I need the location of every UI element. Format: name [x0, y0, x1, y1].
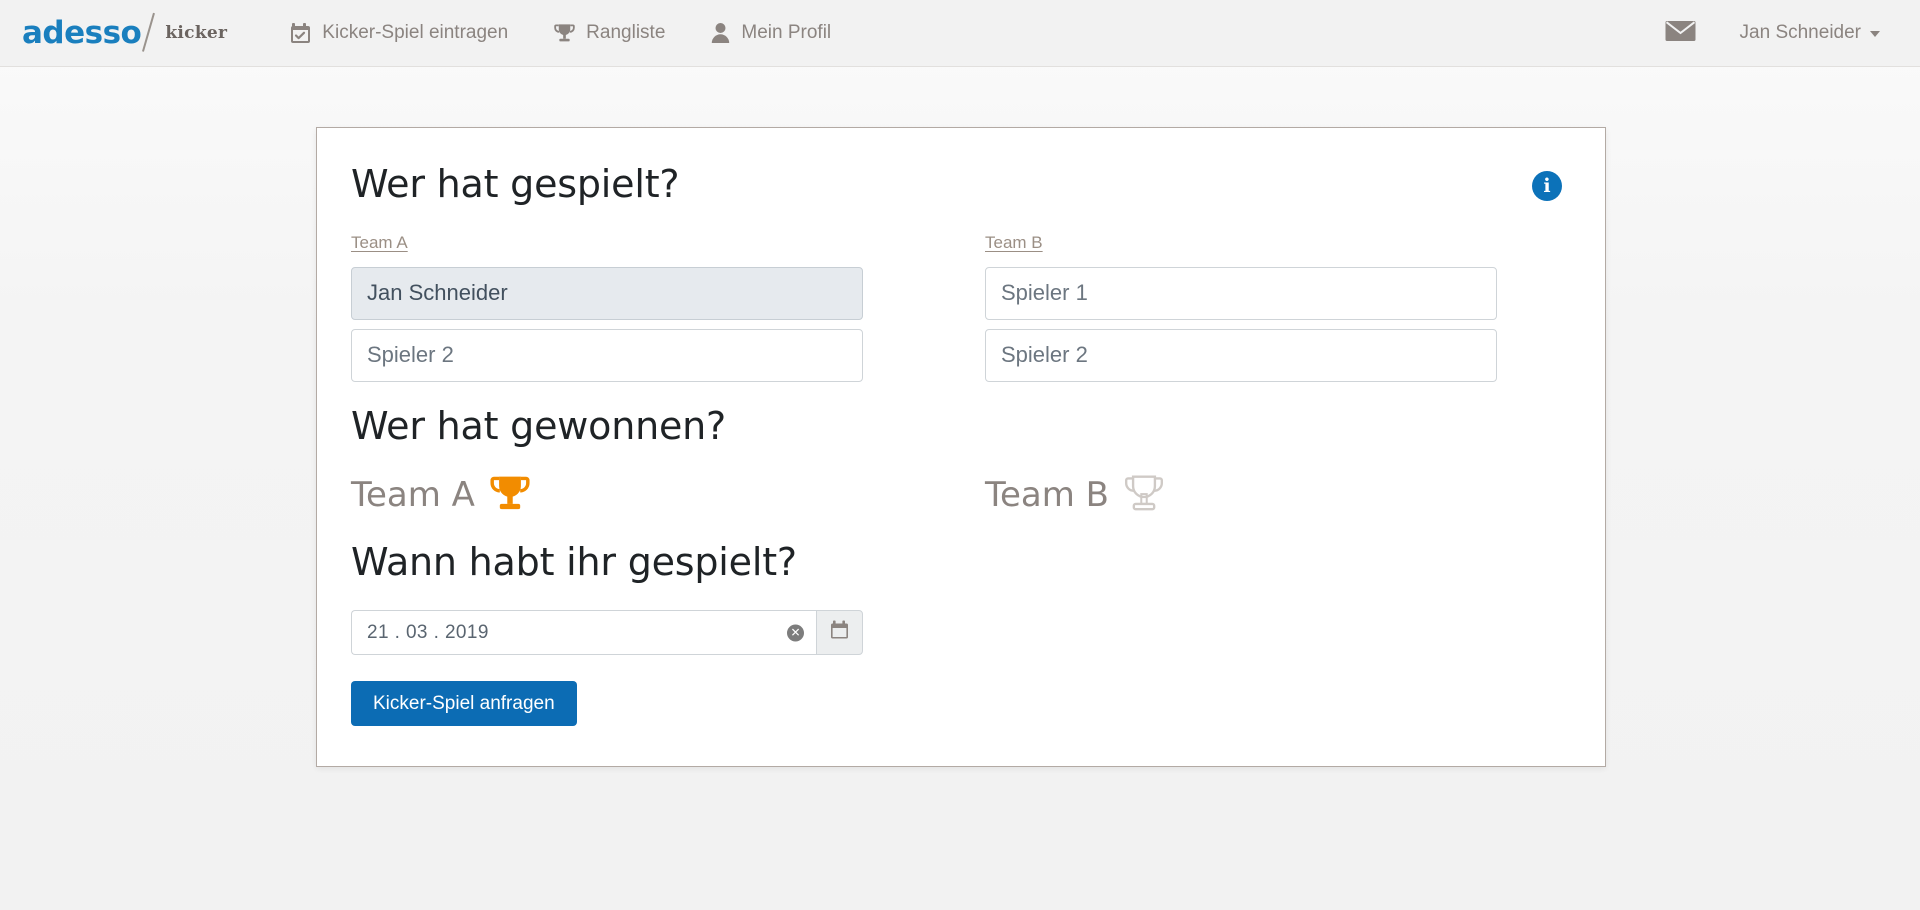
nav-item-label: Kicker-Spiel eintragen	[322, 22, 508, 44]
team-b-player-2-input[interactable]	[985, 329, 1497, 382]
trophy-filled-icon	[488, 473, 532, 518]
calendar-check-icon	[290, 22, 311, 44]
team-b-player-1-input[interactable]	[985, 267, 1497, 320]
main-nav: Kicker-Spiel eintragen Rangliste	[267, 0, 854, 66]
team-a-column: Team A	[351, 233, 863, 382]
winner-section-title: Wer hat gewonnen?	[351, 404, 1571, 449]
trophy-outline-icon	[1122, 473, 1166, 518]
match-entry-card: Wer hat gespielt? i Team A Team B Wer ha…	[316, 127, 1606, 767]
info-icon[interactable]: i	[1532, 171, 1562, 201]
team-b-column: Team B	[985, 233, 1497, 382]
team-b-label[interactable]: Team B	[985, 233, 1043, 253]
user-icon	[711, 22, 730, 44]
card-header-row: Wer hat gespielt? i	[351, 162, 1571, 207]
clear-circle-icon[interactable]: ✕	[787, 624, 804, 641]
messages-button[interactable]	[1643, 0, 1718, 66]
brand-logo[interactable]: adesso kicker	[22, 0, 227, 66]
brand-kicker-text: kicker	[165, 23, 227, 43]
winner-option-a-label: Team A	[351, 478, 475, 512]
players-section-title: Wer hat gespielt?	[351, 162, 679, 207]
nav-item-label: Mein Profil	[741, 22, 831, 44]
top-bar-right-section: Jan Schneider	[1643, 0, 1894, 66]
user-menu-button[interactable]: Jan Schneider	[1718, 0, 1894, 66]
match-date-input[interactable]	[351, 610, 816, 655]
submit-match-request-button[interactable]: Kicker-Spiel anfragen	[351, 681, 577, 726]
winner-options-grid: Team A Team B	[351, 473, 1571, 518]
nav-item-label: Rangliste	[586, 22, 665, 44]
winner-option-team-b[interactable]: Team B	[985, 473, 1166, 518]
teams-grid: Team A Team B	[351, 233, 1571, 382]
team-a-player-2-input[interactable]	[351, 329, 863, 382]
date-field-wrapper: ✕	[351, 610, 816, 655]
date-input-group: ✕	[351, 610, 863, 655]
brand-adesso-text: adesso	[22, 18, 141, 49]
nav-item-rangliste[interactable]: Rangliste	[531, 0, 688, 66]
team-a-label[interactable]: Team A	[351, 233, 408, 253]
brand-divider-icon	[141, 11, 167, 55]
nav-item-mein-profil[interactable]: Mein Profil	[688, 0, 854, 66]
calendar-picker-button[interactable]	[816, 610, 863, 655]
nav-item-kicker-spiel-eintragen[interactable]: Kicker-Spiel eintragen	[267, 0, 531, 66]
chevron-down-icon	[1870, 31, 1880, 37]
winner-option-b-label: Team B	[985, 478, 1109, 512]
trophy-icon	[554, 22, 575, 44]
top-navigation-bar: adesso kicker Kicker-Spiel eintragen	[0, 0, 1920, 67]
winner-option-team-a[interactable]: Team A	[351, 473, 532, 518]
user-menu-name: Jan Schneider	[1740, 22, 1861, 44]
calendar-icon	[830, 620, 850, 646]
page-body: Wer hat gespielt? i Team A Team B Wer ha…	[0, 67, 1920, 910]
team-a-player-1-input[interactable]	[351, 267, 863, 320]
date-section-title: Wann habt ihr gespielt?	[351, 540, 1571, 585]
envelope-icon	[1665, 20, 1696, 47]
